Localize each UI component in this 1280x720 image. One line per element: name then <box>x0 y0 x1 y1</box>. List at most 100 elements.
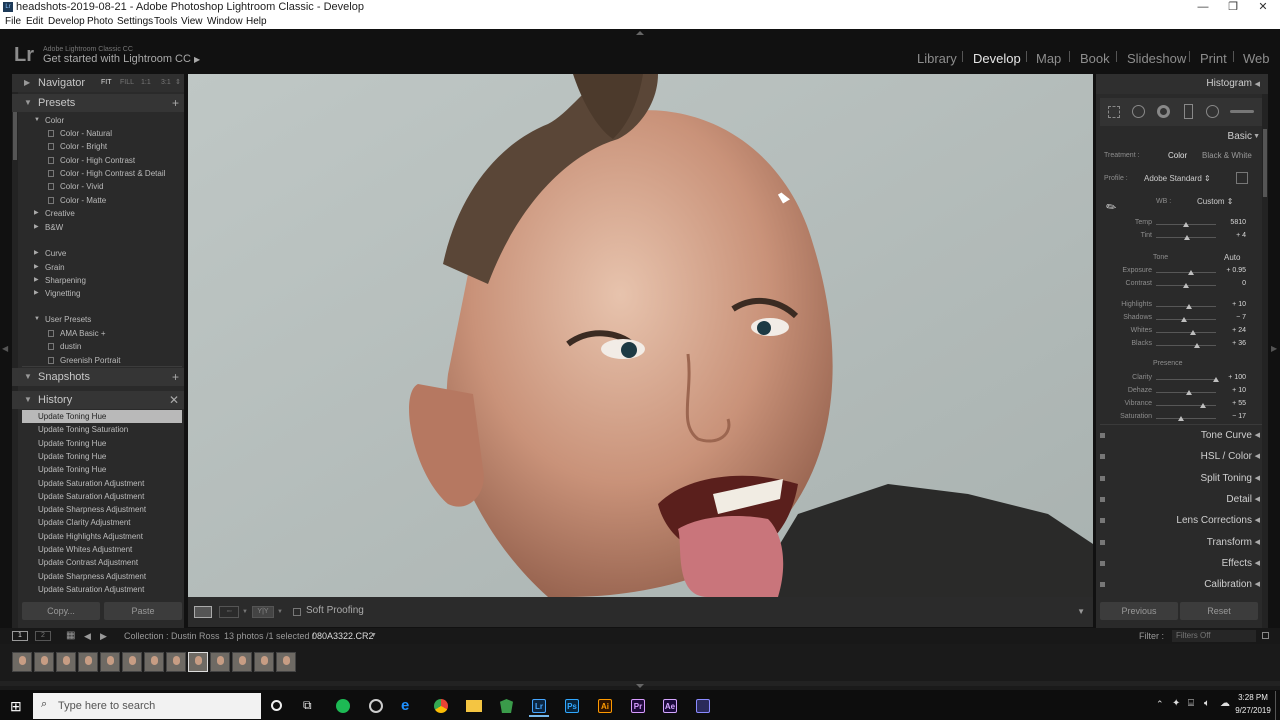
panel-switch-icon[interactable] <box>1100 540 1105 545</box>
dropdown-arrow-icon[interactable]: ▼ <box>277 609 283 615</box>
left-panel-scrollbar[interactable] <box>12 74 18 628</box>
panel-switch-icon[interactable] <box>1100 518 1105 523</box>
taskbar-app-ps-icon[interactable]: Ps <box>565 699 579 713</box>
slider-knob-dehaze[interactable] <box>1186 390 1192 395</box>
network-icon[interactable]: ⌸ <box>1188 698 1194 709</box>
loupe-view-icon[interactable] <box>194 606 212 618</box>
filter-select[interactable]: Filters Off <box>1172 630 1256 642</box>
slider-knob-tint[interactable] <box>1184 235 1191 240</box>
nav-zoom-3-1[interactable]: 3:1 <box>161 74 171 92</box>
slider-knob-vibrance[interactable] <box>1199 403 1206 408</box>
history-header[interactable]: ▼ History ✕ <box>12 391 184 409</box>
history-item[interactable]: Update Whites Adjustment <box>22 543 182 556</box>
copy-settings-button[interactable]: Copy... <box>22 602 100 620</box>
treatment-color-option[interactable]: Color <box>1168 151 1187 160</box>
auto-tone-button[interactable]: Auto <box>1224 253 1240 262</box>
taskbar-app-ae-icon[interactable]: Ae <box>663 699 677 713</box>
menu-view[interactable]: View <box>181 15 203 29</box>
spot-removal-icon[interactable] <box>1132 105 1145 118</box>
profile-browser-icon[interactable] <box>1236 172 1248 184</box>
slider-track-clarity[interactable] <box>1156 379 1216 380</box>
menu-file[interactable]: File <box>5 15 21 29</box>
slider-track-whites[interactable] <box>1156 332 1216 333</box>
history-item[interactable]: Update Sharpness Adjustment <box>22 503 182 516</box>
history-item[interactable]: Update Toning Hue <box>22 450 182 463</box>
slider-track-exposure[interactable] <box>1156 272 1216 273</box>
taskbar-search-box[interactable]: Type here to search <box>33 693 261 719</box>
history-item[interactable]: Update Saturation Adjustment <box>22 477 182 490</box>
right-panel-toggle-icon[interactable]: ▶ <box>1271 344 1277 353</box>
filmstrip-thumbnail[interactable] <box>166 652 186 672</box>
filmstrip-thumbnail[interactable] <box>210 652 230 672</box>
slider-value-exposure[interactable]: + 0.95 <box>1216 267 1246 274</box>
windows-start-icon[interactable]: ⊞ <box>10 698 22 715</box>
second-window-button[interactable]: 2 <box>35 631 51 641</box>
soft-proofing-checkbox[interactable] <box>293 608 301 616</box>
volume-icon[interactable]: 🔈︎ <box>1204 698 1210 709</box>
module-book[interactable]: Book <box>1080 51 1110 66</box>
history-item[interactable]: Update Highlights Adjustment <box>22 530 182 543</box>
nav-zoom-1-1[interactable]: 1:1 <box>141 74 151 92</box>
menu-tools[interactable]: Tools <box>154 15 177 29</box>
module-web[interactable]: Web <box>1243 51 1270 66</box>
file-explorer-icon[interactable] <box>466 700 482 712</box>
module-print[interactable]: Print <box>1200 51 1227 66</box>
module-develop[interactable]: Develop <box>973 51 1021 66</box>
taskbar-app-pr-icon[interactable]: Pr <box>631 699 645 713</box>
panel-section-header[interactable]: Transform ◀ <box>1096 533 1268 553</box>
add-snapshot-icon[interactable]: + <box>172 368 179 386</box>
nav-zoom-dropdown-icon[interactable]: ⇕ <box>175 74 181 92</box>
spotify-icon[interactable] <box>336 699 350 713</box>
history-item[interactable]: Update Saturation Adjustment <box>22 490 182 503</box>
filmstrip-thumbnail[interactable] <box>34 652 54 672</box>
nav-zoom-fill[interactable]: FILL <box>120 74 134 92</box>
slider-value-whites[interactable]: + 24 <box>1216 327 1246 334</box>
red-eye-icon[interactable] <box>1157 105 1170 118</box>
filmstrip-thumbnail[interactable] <box>276 652 296 672</box>
basic-header[interactable]: Basic ▼ <box>1096 128 1268 146</box>
slider-knob-whites[interactable] <box>1190 330 1197 335</box>
taskbar-app-ai-icon[interactable]: Ai <box>598 699 612 713</box>
photo-preview[interactable] <box>188 74 1093 597</box>
slider-value-vibrance[interactable]: + 55 <box>1216 400 1246 407</box>
histogram-header[interactable]: Histogram ◀ <box>1096 74 1268 94</box>
before-after-icon[interactable]: ▫▫ <box>219 606 239 618</box>
chrome-icon[interactable] <box>434 699 448 713</box>
filter-lock-icon[interactable] <box>1262 632 1269 639</box>
module-slideshow[interactable]: Slideshow <box>1127 51 1186 66</box>
slider-value-contrast[interactable]: 0 <box>1216 280 1246 287</box>
clock-time[interactable]: 3:28 PM <box>1236 693 1270 702</box>
filmstrip-thumbnail[interactable] <box>144 652 164 672</box>
slider-knob-saturation[interactable] <box>1178 416 1185 421</box>
panel-section-header[interactable]: Tone Curve ◀ <box>1096 426 1268 446</box>
slider-knob-highlights[interactable] <box>1186 304 1192 309</box>
top-panel-toggle-icon[interactable] <box>636 31 644 35</box>
slider-value-saturation[interactable]: − 17 <box>1216 413 1246 420</box>
wb-select[interactable]: Custom ⇕ <box>1197 197 1234 206</box>
minimize-button[interactable]: — <box>1188 0 1218 15</box>
slider-track-vibrance[interactable] <box>1156 405 1216 406</box>
main-window-button[interactable]: 1 <box>12 631 28 641</box>
dropdown-arrow-icon[interactable]: ▼ <box>370 628 377 644</box>
history-item[interactable]: Update Sharpness Adjustment <box>22 570 182 583</box>
slider-track-blacks[interactable] <box>1156 345 1216 346</box>
nav-zoom-fit[interactable]: FIT <box>101 74 112 92</box>
show-desktop-button[interactable] <box>1275 691 1280 720</box>
slider-value-dehaze[interactable]: + 10 <box>1216 387 1246 394</box>
slider-knob-contrast[interactable] <box>1183 283 1189 288</box>
panel-section-header[interactable]: HSL / Color ◀ <box>1096 447 1268 467</box>
treatment-bw-option[interactable]: Black & White <box>1202 151 1252 160</box>
module-library[interactable]: Library <box>917 51 957 66</box>
slider-knob-exposure[interactable] <box>1187 270 1194 275</box>
selected-filename[interactable]: 080A3322.CR2 <box>312 628 374 644</box>
panel-switch-icon[interactable] <box>1100 561 1105 566</box>
history-item[interactable]: Update Contrast Adjustment <box>22 556 182 569</box>
bottom-panel-toggle-icon[interactable] <box>636 684 644 688</box>
navigator-header[interactable]: ▶ Navigator FIT FILL 1:1 3:1 ⇕ <box>12 74 184 92</box>
history-item[interactable]: Update Toning Hue <box>22 410 182 423</box>
get-started-link[interactable]: Get started with Lightroom CC ▶ <box>43 53 200 65</box>
panel-switch-icon[interactable] <box>1100 476 1105 481</box>
panel-section-header[interactable]: Calibration ◀ <box>1096 575 1268 595</box>
menu-help[interactable]: Help <box>246 15 267 29</box>
slider-track-saturation[interactable] <box>1156 418 1216 419</box>
